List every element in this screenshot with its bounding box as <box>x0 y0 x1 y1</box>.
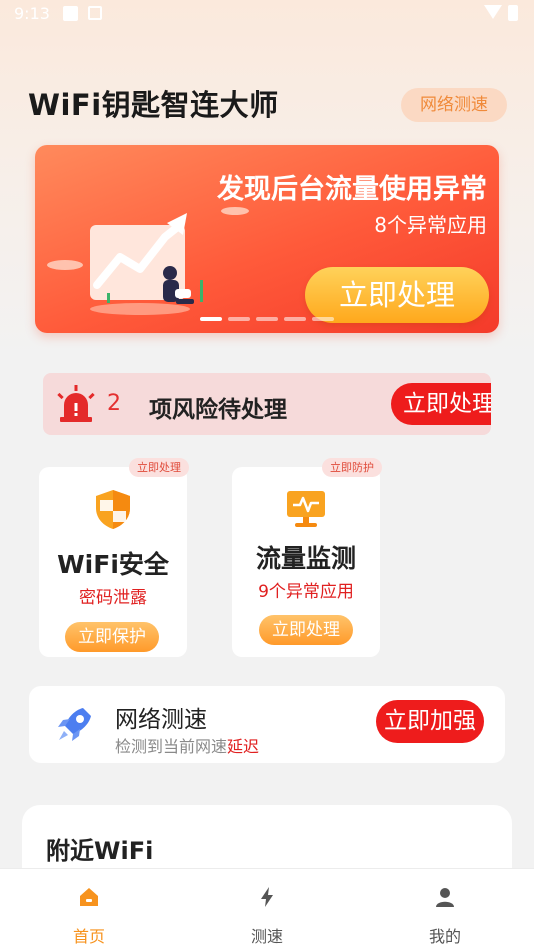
risk-alert-bar[interactable]: 2 项风险待处理 立即处理 <box>43 373 491 435</box>
card-badge: 立即防护 <box>322 458 382 477</box>
banner-subtitle: 8个异常应用 <box>374 213 487 237</box>
battery-icon <box>508 5 518 21</box>
nav-home[interactable]: 首页 <box>0 869 178 950</box>
monitor-icon <box>287 491 325 527</box>
shield-icon <box>96 490 130 529</box>
nav-speed-test[interactable]: 测速 <box>178 869 356 950</box>
alarm-siren-icon <box>57 385 95 422</box>
carousel-dot <box>312 317 334 321</box>
carousel-indicator <box>200 317 334 321</box>
boost-now-button[interactable]: 立即加强 <box>376 700 484 743</box>
promo-banner[interactable]: 发现后台流量使用异常 8个异常应用 立即处理 <box>35 145 499 333</box>
wifi-signal-icon <box>484 5 502 19</box>
traffic-chart-illustration <box>47 207 249 315</box>
carousel-dot <box>284 317 306 321</box>
banner-handle-button[interactable]: 立即处理 <box>305 267 489 323</box>
status-bar: 9:13 <box>0 0 534 28</box>
card-subtitle: 密码泄露 <box>79 588 147 608</box>
nearby-wifi-title: 附近WiFi <box>46 837 154 865</box>
card-subtitle: 9个异常应用 <box>258 582 354 602</box>
speed-test-title: 网络测速 <box>115 707 207 733</box>
notification-icon <box>63 6 78 21</box>
card-title: WiFi安全 <box>57 550 169 579</box>
screenshot-icon <box>88 6 102 20</box>
risk-handle-button[interactable]: 立即处理 <box>391 383 491 425</box>
nav-profile[interactable]: 我的 <box>356 869 534 950</box>
protect-now-button[interactable]: 立即保护 <box>65 622 159 652</box>
risk-count: 2 <box>107 391 121 416</box>
carousel-dot <box>200 317 222 321</box>
nav-label: 我的 <box>428 927 461 946</box>
nav-label: 首页 <box>72 927 105 946</box>
app-title: WiFi钥匙智连大师 <box>28 88 279 122</box>
bottom-navigation: 首页 测速 我的 <box>0 868 534 950</box>
speed-desc-text: 检测到当前网速 <box>115 737 228 756</box>
lightning-icon <box>261 887 273 907</box>
speed-test-card[interactable]: 网络测速 检测到当前网速延迟 立即加强 <box>29 686 505 763</box>
risk-label: 项风险待处理 <box>149 397 287 423</box>
user-icon <box>436 888 454 907</box>
speed-desc-highlight: 延迟 <box>227 737 260 756</box>
handle-now-button[interactable]: 立即处理 <box>259 615 353 645</box>
card-title: 流量监测 <box>255 544 356 573</box>
banner-title: 发现后台流量使用异常 <box>217 174 487 205</box>
speed-test-desc: 检测到当前网速延迟 <box>115 733 259 757</box>
carousel-dot <box>256 317 278 321</box>
traffic-monitor-card[interactable]: 立即防护 流量监测 9个异常应用 立即处理 <box>232 458 382 657</box>
carousel-dot <box>228 317 250 321</box>
home-icon <box>80 888 98 906</box>
wifi-security-card[interactable]: 立即处理 WiFi安全 密码泄露 立即保护 <box>39 458 189 657</box>
card-badge: 立即处理 <box>129 458 189 477</box>
nav-label: 测速 <box>250 927 283 946</box>
status-time: 9:13 <box>14 4 50 23</box>
rocket-icon <box>58 708 91 741</box>
speed-test-chip[interactable]: 网络测速 <box>401 88 507 122</box>
